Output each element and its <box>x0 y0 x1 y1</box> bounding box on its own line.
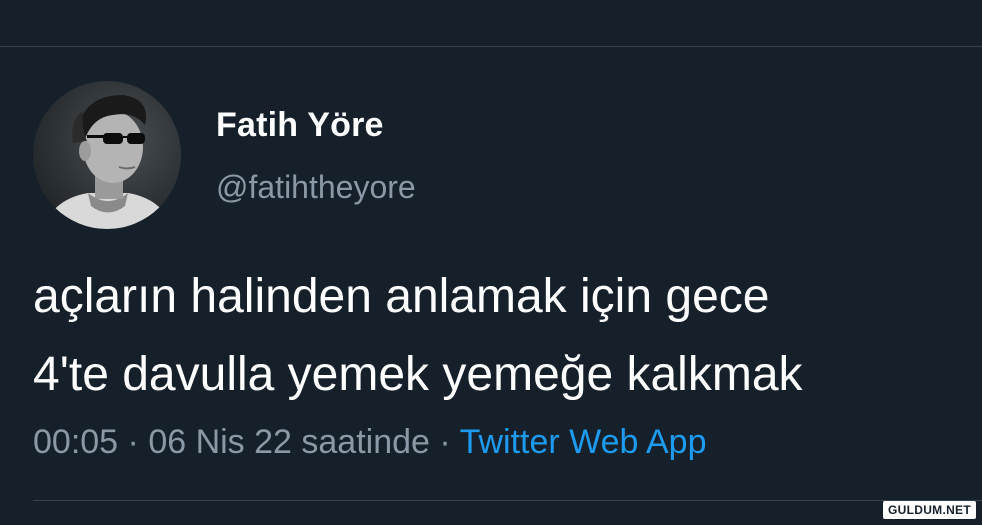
top-divider <box>0 46 982 47</box>
tweet-text: açların halinden anlamak için gece 4'te … <box>33 258 803 414</box>
tweet-time[interactable]: 00:05 <box>33 423 118 461</box>
meta-separator: · <box>429 423 460 461</box>
tweet-date[interactable]: 06 Nis 22 saatinde <box>148 423 430 461</box>
meta-separator: · <box>118 423 149 461</box>
author-display-name[interactable]: Fatih Yöre <box>216 106 384 145</box>
avatar-photo <box>33 81 181 229</box>
tweet-source-link[interactable]: Twitter Web App <box>460 423 707 461</box>
tweet-text-line: açların halinden anlamak için gece <box>33 270 770 323</box>
tweet-meta: 00:05 · 06 Nis 22 saatinde · Twitter Web… <box>33 423 707 462</box>
avatar[interactable] <box>33 81 181 229</box>
author-handle[interactable]: @fatihtheyore <box>216 169 416 206</box>
tweet-text-line: 4'te davulla yemek yemeğe kalkmak <box>33 348 803 401</box>
bottom-divider <box>33 500 982 501</box>
watermark: GULDUM.NET <box>883 501 976 519</box>
